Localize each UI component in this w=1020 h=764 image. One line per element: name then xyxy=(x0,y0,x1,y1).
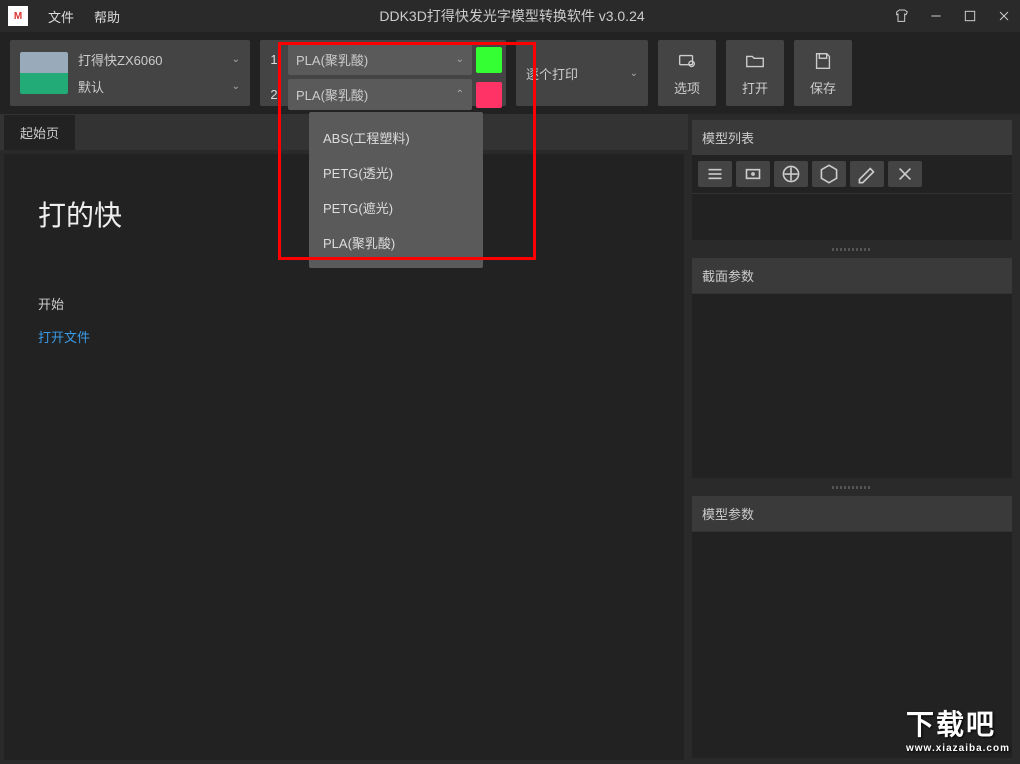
chevron-up-icon: ⌃ xyxy=(456,89,464,100)
close-button[interactable] xyxy=(996,8,1012,24)
save-icon xyxy=(812,50,834,72)
open-button[interactable]: 打开 xyxy=(726,40,784,106)
section-params-body xyxy=(692,293,1012,478)
section-params-header: 截面参数 xyxy=(692,258,1012,293)
printer-model-select[interactable]: 打得快ZX6060 ⌄ xyxy=(78,50,240,69)
dropdown-option-petg-opaque[interactable]: PETG(遮光) xyxy=(309,190,483,225)
list-icon[interactable] xyxy=(698,161,732,187)
chevron-down-icon: ⌄ xyxy=(232,54,240,65)
material-dropdown: ABS(工程塑料) PETG(透光) PETG(遮光) PLA(聚乳酸) xyxy=(309,112,483,268)
resize-handle[interactable] xyxy=(692,484,1012,490)
maximize-button[interactable] xyxy=(962,8,978,24)
options-label: 选项 xyxy=(674,78,700,97)
rotate-icon[interactable] xyxy=(774,161,808,187)
model-list-body xyxy=(692,193,1012,240)
model-list-toolbar xyxy=(692,155,1012,193)
window-title: DDK3D打得快发光字模型转换软件 v3.0.24 xyxy=(130,6,894,26)
main-area: 起始页 打的快 开始 打开文件 模型列表 截面参数 xyxy=(0,114,1020,764)
chevron-down-icon: ⌄ xyxy=(630,68,638,79)
right-pane: 模型列表 截面参数 模型参数 xyxy=(688,114,1020,764)
printer-preset-select[interactable]: 默认 ⌄ xyxy=(78,77,240,96)
model-list-header: 模型列表 xyxy=(692,120,1012,155)
chevron-down-icon: ⌄ xyxy=(456,54,464,65)
edit-icon[interactable] xyxy=(850,161,884,187)
options-button[interactable]: 选项 xyxy=(658,40,716,106)
printer-model-label: 打得快ZX6060 xyxy=(78,50,163,69)
watermark-url: www.xiazaiba.com xyxy=(906,743,1010,754)
dropdown-option-petg-trans[interactable]: PETG(透光) xyxy=(309,155,483,190)
tab-start-page[interactable]: 起始页 xyxy=(4,115,75,150)
watermark: 下载吧 www.xiazaiba.com xyxy=(906,703,1010,754)
section-params-panel: 截面参数 xyxy=(692,258,1012,478)
toolbar: 打得快ZX6060 ⌄ 默认 ⌄ 1 PLA(聚乳酸) ⌄ 2 PLA(聚乳酸)… xyxy=(0,32,1020,114)
open-file-link[interactable]: 打开文件 xyxy=(38,327,650,346)
dropdown-option-abs[interactable]: ABS(工程塑料) xyxy=(309,120,483,155)
cube-icon[interactable] xyxy=(812,161,846,187)
material-select-1[interactable]: PLA(聚乳酸) ⌄ xyxy=(288,44,472,75)
menu-help[interactable]: 帮助 xyxy=(84,7,130,26)
material-color-2[interactable] xyxy=(476,82,502,108)
model-list-panel: 模型列表 xyxy=(692,120,1012,240)
focus-icon[interactable] xyxy=(736,161,770,187)
titlebar: M 文件 帮助 DDK3D打得快发光字模型转换软件 v3.0.24 xyxy=(0,0,1020,32)
delete-icon[interactable] xyxy=(888,161,922,187)
material-value-2: PLA(聚乳酸) xyxy=(296,85,368,104)
print-mode-label: 逐个打印 xyxy=(526,64,578,83)
material-index-1: 1 xyxy=(264,52,284,67)
resize-handle[interactable] xyxy=(692,246,1012,252)
shirt-icon[interactable] xyxy=(894,8,910,24)
save-label: 保存 xyxy=(810,78,836,97)
watermark-text: 下载吧 xyxy=(906,709,996,740)
print-mode-select[interactable]: 逐个打印 ⌄ xyxy=(516,40,648,106)
folder-icon xyxy=(744,50,766,72)
gear-icon xyxy=(676,50,698,72)
material-panel: 1 PLA(聚乳酸) ⌄ 2 PLA(聚乳酸) ⌃ xyxy=(260,40,506,106)
app-icon: M xyxy=(8,6,28,26)
model-params-header: 模型参数 xyxy=(692,496,1012,531)
save-button[interactable]: 保存 xyxy=(794,40,852,106)
material-value-1: PLA(聚乳酸) xyxy=(296,50,368,69)
material-select-2[interactable]: PLA(聚乳酸) ⌃ xyxy=(288,79,472,110)
material-index-2: 2 xyxy=(264,87,284,102)
chevron-down-icon: ⌄ xyxy=(232,81,240,92)
printer-preset-label: 默认 xyxy=(78,77,104,96)
material-color-1[interactable] xyxy=(476,47,502,73)
printer-thumbnail xyxy=(20,52,68,94)
printer-panel: 打得快ZX6060 ⌄ 默认 ⌄ xyxy=(10,40,250,106)
minimize-button[interactable] xyxy=(928,8,944,24)
open-label: 打开 xyxy=(742,78,768,97)
dropdown-option-pla[interactable]: PLA(聚乳酸) xyxy=(309,225,483,260)
menu-file[interactable]: 文件 xyxy=(38,7,84,26)
start-section-label: 开始 xyxy=(38,294,650,313)
